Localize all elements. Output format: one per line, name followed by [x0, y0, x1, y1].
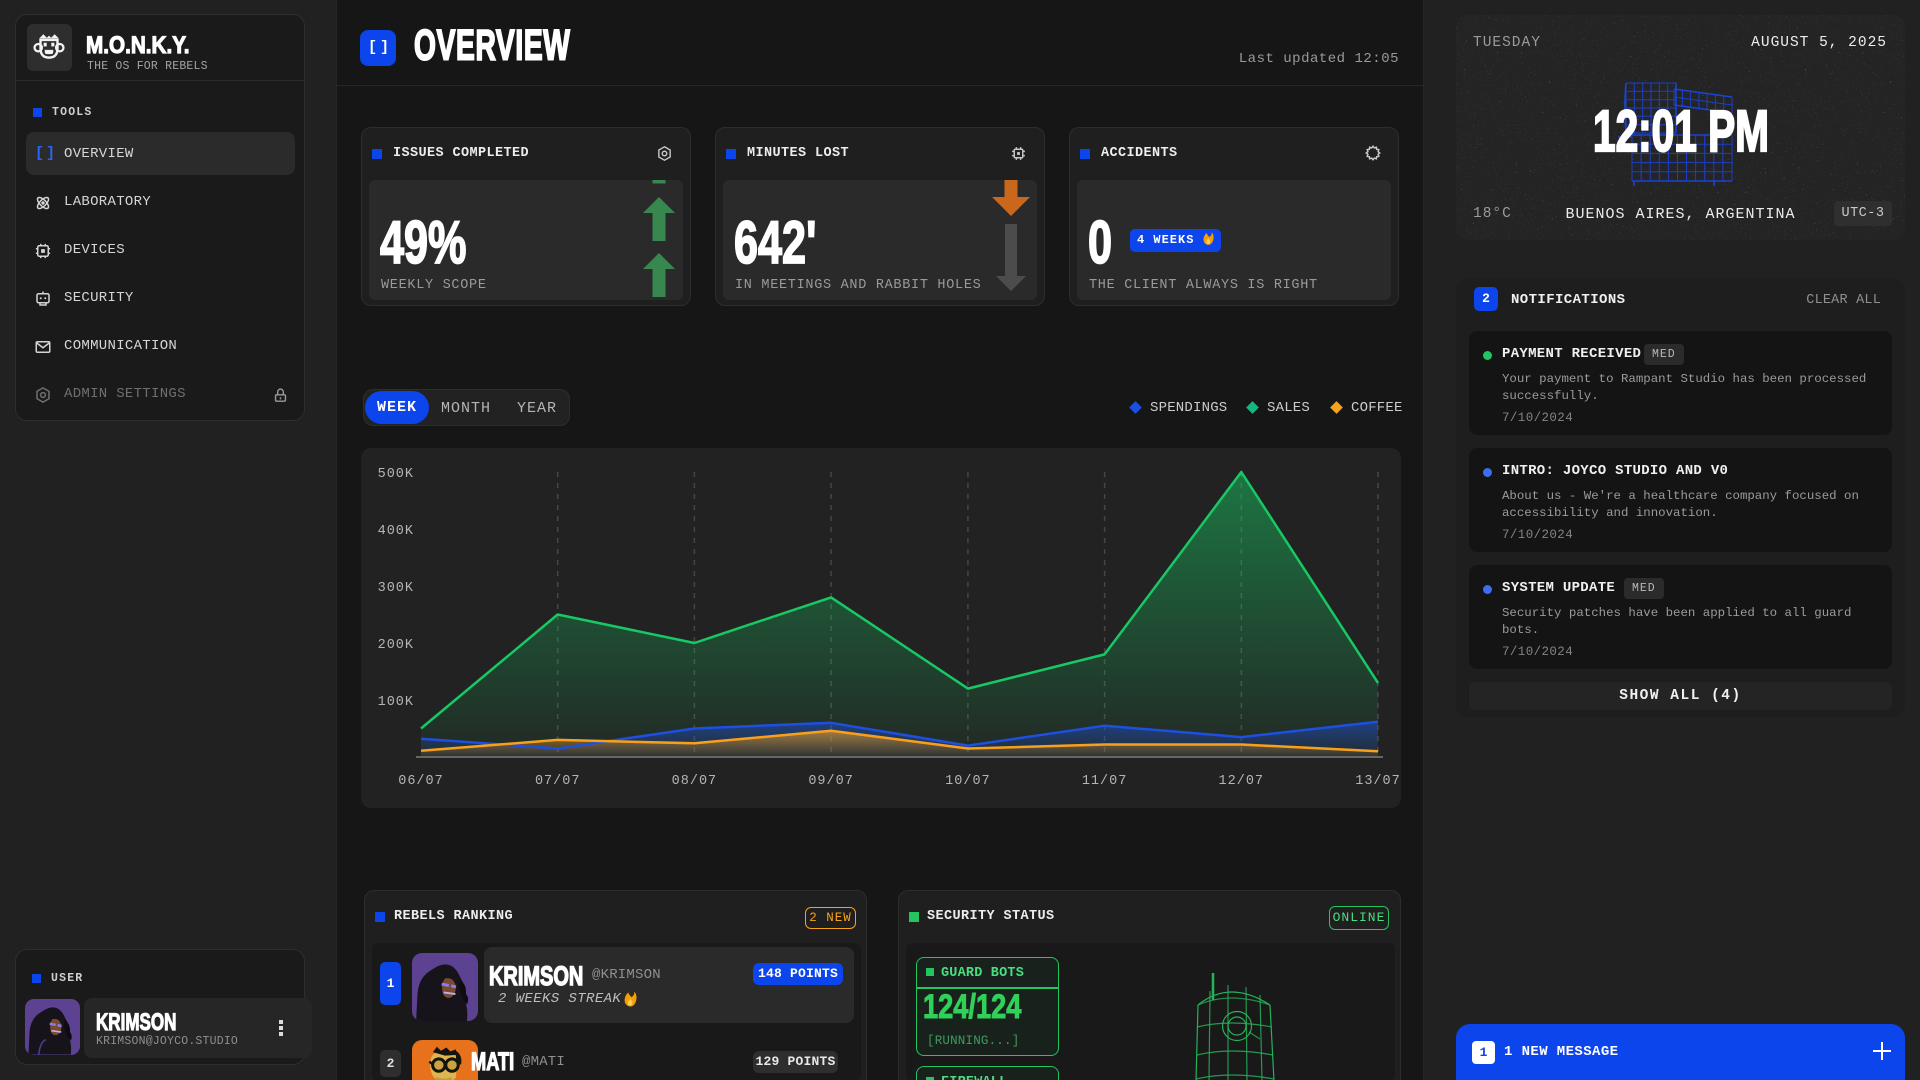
svg-text:500K: 500K: [378, 467, 414, 482]
svg-text:12/07: 12/07: [1219, 774, 1265, 789]
svg-text:09/07: 09/07: [808, 774, 854, 789]
svg-text:100K: 100K: [378, 695, 414, 710]
svg-text:10/07: 10/07: [945, 774, 991, 789]
svg-text:08/07: 08/07: [672, 774, 718, 789]
svg-text:11/07: 11/07: [1082, 774, 1128, 789]
svg-text:13/07: 13/07: [1355, 774, 1401, 789]
svg-text:07/07: 07/07: [535, 774, 581, 789]
svg-text:200K: 200K: [378, 638, 414, 653]
svg-text:06/07: 06/07: [398, 774, 444, 789]
svg-text:400K: 400K: [378, 524, 414, 539]
svg-text:300K: 300K: [378, 581, 414, 596]
